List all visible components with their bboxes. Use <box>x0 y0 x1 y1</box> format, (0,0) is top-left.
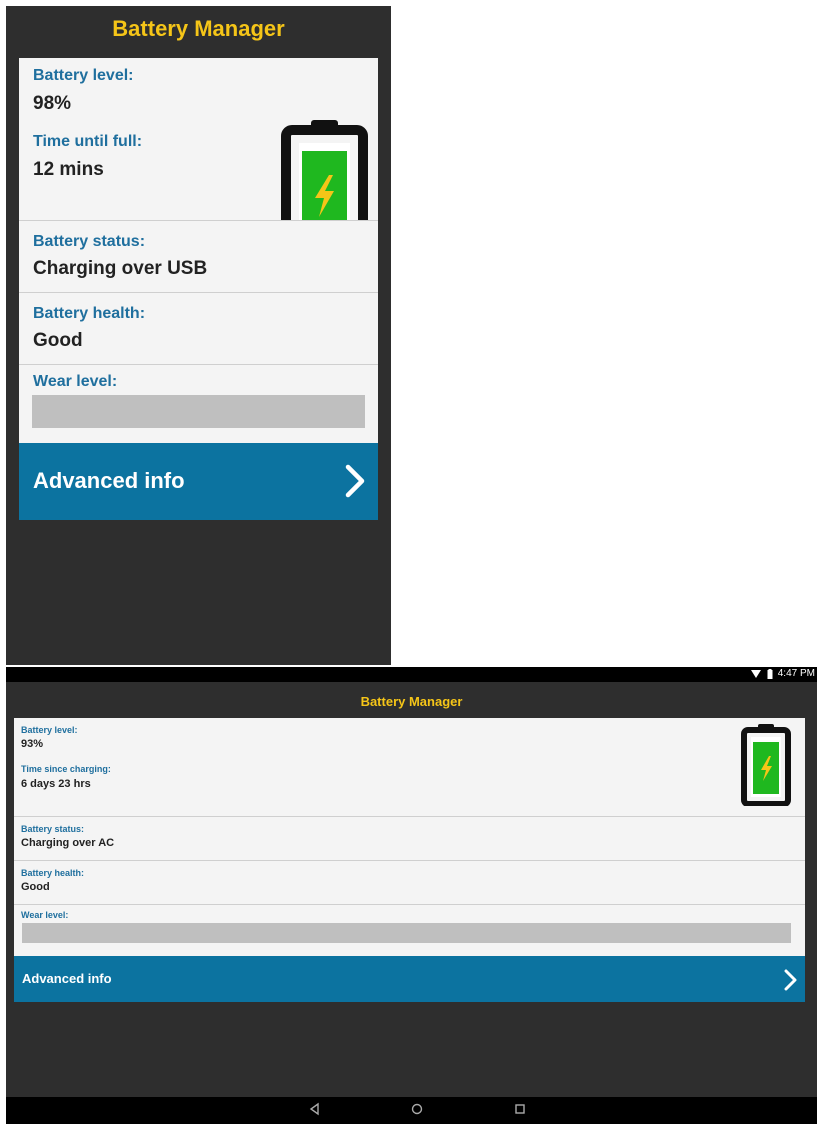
back-icon[interactable] <box>308 1102 322 1116</box>
battery-status-card: Battery status: Charging over AC <box>14 817 805 860</box>
status-battery-icon <box>767 669 773 679</box>
recents-icon[interactable] <box>513 1102 527 1116</box>
battery-status-label: Battery status: <box>33 233 146 250</box>
battery-summary-card: Battery level: 93% Time since charging: … <box>14 718 805 816</box>
app-title: Battery Manager <box>360 694 463 709</box>
battery-health-value: Good <box>21 881 50 893</box>
battery-health-value: Good <box>33 330 83 351</box>
battery-health-card: Battery health: Good <box>19 293 378 364</box>
battery-level-value: 93% <box>21 738 44 750</box>
status-bar: 4:47 PM <box>6 667 817 682</box>
advanced-info-label: Advanced info <box>33 468 185 493</box>
battery-status-value: Charging over AC <box>21 837 115 849</box>
advanced-info-button[interactable]: Advanced info <box>19 443 378 520</box>
status-time: 4:47 PM <box>777 668 815 679</box>
time-since-charging-label: Time since charging: <box>21 764 111 774</box>
app-title: Battery Manager <box>112 16 285 41</box>
time-until-full-value: 12 mins <box>33 159 104 180</box>
wear-level-bar <box>22 923 791 943</box>
chevron-right-icon <box>784 969 797 991</box>
battery-charging-icon <box>741 724 791 806</box>
battery-health-label: Battery health: <box>33 305 146 322</box>
time-since-charging-value: 6 days 23 hrs <box>21 778 91 790</box>
time-until-full-label: Time until full: <box>33 133 143 150</box>
advanced-info-button[interactable]: Advanced info <box>14 956 805 1002</box>
battery-health-label: Battery health: <box>21 868 85 878</box>
battery-status-card: Battery status: Charging over USB <box>19 221 378 292</box>
battery-status-value: Charging over USB <box>33 258 208 279</box>
wifi-icon <box>751 670 761 678</box>
battery-health-card: Battery health: Good <box>14 861 805 904</box>
battery-summary-card: Battery level: 98% Time until full: 12 m… <box>19 58 378 260</box>
wear-level-bar <box>32 395 365 428</box>
advanced-info-label: Advanced info <box>22 971 112 986</box>
battery-status-label: Battery status: <box>21 824 85 834</box>
wear-level-label: Wear level: <box>21 910 69 920</box>
chevron-right-icon <box>345 464 365 498</box>
home-icon[interactable] <box>410 1102 424 1116</box>
battery-level-label: Battery level: <box>21 725 78 735</box>
battery-level-label: Battery level: <box>33 67 134 84</box>
battery-level-value: 98% <box>33 93 72 114</box>
wear-level-card: Wear level: <box>19 365 378 443</box>
wear-level-card: Wear level: <box>14 905 805 956</box>
wear-level-label: Wear level: <box>33 373 118 390</box>
navigation-bar <box>6 1097 817 1124</box>
portrait-screen: Battery Manager Battery level: 98% Time … <box>6 6 391 665</box>
landscape-screen: 4:47 PM Battery Manager Battery level: 9… <box>6 667 817 1124</box>
